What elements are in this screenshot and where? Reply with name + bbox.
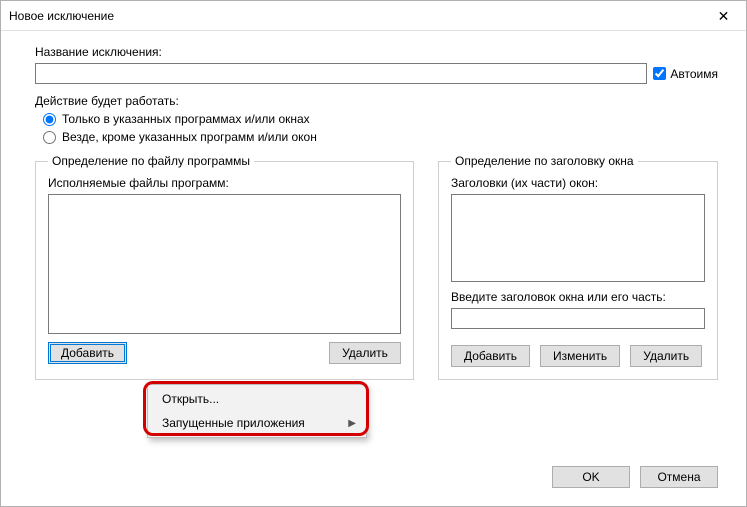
scope-radio-only-wrap[interactable]: Только в указанных программах и/или окна… <box>43 112 718 126</box>
context-open-label: Открыть... <box>162 392 219 406</box>
window-title: Новое исключение <box>9 9 114 23</box>
scope-only-label: Только в указанных программах и/или окна… <box>62 112 310 126</box>
close-button[interactable]: ✕ <box>701 1 746 31</box>
file-groupbox: Определение по файлу программы Исполняем… <box>35 154 414 380</box>
scope-radio-only[interactable] <box>43 113 56 126</box>
context-running-label: Запущенные приложения <box>162 416 305 430</box>
chevron-right-icon: ▶ <box>348 418 356 429</box>
scope-except-label: Везде, кроме указанных программ и/или ок… <box>62 130 317 144</box>
context-item-open[interactable]: Открыть... <box>150 387 364 411</box>
close-icon: ✕ <box>718 8 730 25</box>
auto-name-checkbox[interactable] <box>653 67 666 80</box>
scope-radio-group: Только в указанных программах и/или окна… <box>43 112 718 144</box>
title-group-legend: Определение по заголовку окна <box>451 154 638 168</box>
file-list-label: Исполняемые файлы программ: <box>48 176 401 190</box>
auto-name-checkbox-wrap[interactable]: Автоимя <box>653 67 718 81</box>
scope-label: Действие будет работать: <box>35 94 718 108</box>
title-input[interactable] <box>451 308 705 329</box>
exclusion-name-input[interactable] <box>35 63 647 84</box>
exclusion-name-label: Название исключения: <box>35 45 718 59</box>
auto-name-label: Автоимя <box>670 67 718 81</box>
context-item-running-apps[interactable]: Запущенные приложения ▶ <box>150 411 364 435</box>
cancel-button[interactable]: Отмена <box>640 466 718 488</box>
file-delete-button[interactable]: Удалить <box>329 342 401 364</box>
title-delete-button[interactable]: Удалить <box>630 345 702 367</box>
dialog-button-row: OK Отмена <box>552 466 718 488</box>
title-list-label: Заголовки (их части) окон: <box>451 176 705 190</box>
title-groupbox: Определение по заголовку окна Заголовки … <box>438 154 718 380</box>
titlebar: Новое исключение ✕ <box>1 1 746 31</box>
title-edit-button[interactable]: Изменить <box>540 345 620 367</box>
file-add-button[interactable]: Добавить <box>48 342 127 364</box>
scope-radio-except-wrap[interactable]: Везде, кроме указанных программ и/или ок… <box>43 130 718 144</box>
scope-radio-except[interactable] <box>43 131 56 144</box>
title-listbox[interactable] <box>451 194 705 282</box>
ok-button[interactable]: OK <box>552 466 630 488</box>
file-group-legend: Определение по файлу программы <box>48 154 254 168</box>
dialog-window: Новое исключение ✕ Название исключения: … <box>0 0 747 507</box>
title-add-button[interactable]: Добавить <box>451 345 530 367</box>
add-context-menu: Открыть... Запущенные приложения ▶ <box>147 384 367 438</box>
file-listbox[interactable] <box>48 194 401 334</box>
dialog-content: Название исключения: Автоимя Действие бу… <box>1 31 746 390</box>
title-input-label: Введите заголовок окна или его часть: <box>451 290 705 304</box>
